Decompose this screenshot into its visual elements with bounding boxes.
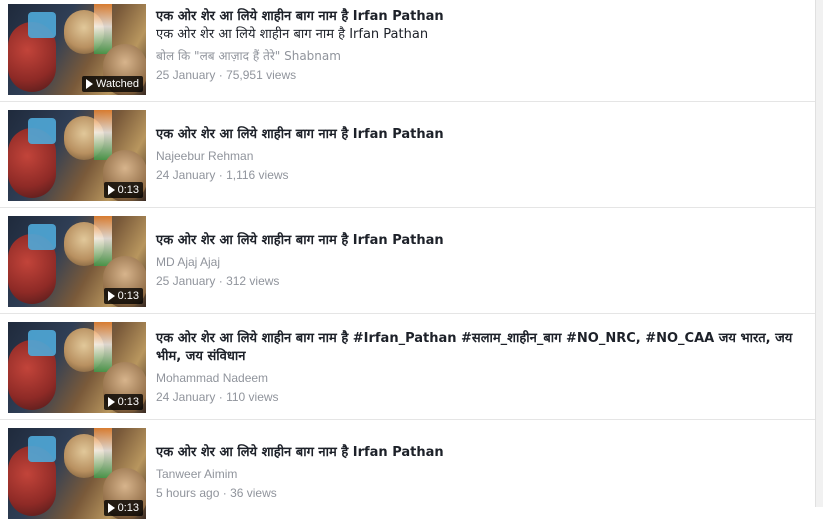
video-subtitle: एक ओर शेर आ लिये शाहीन बाग नाम है Irfan …: [156, 27, 429, 42]
video-thumbnail[interactable]: 0:13: [8, 428, 146, 519]
video-date: 24 January: [156, 168, 216, 182]
video-views: 110 views: [226, 390, 279, 404]
separator: ·: [222, 486, 227, 500]
separator: ·: [218, 68, 223, 82]
video-author[interactable]: MD Ajaj Ajaj: [156, 254, 805, 270]
video-title[interactable]: एक ओर शेर आ लिये शाहीन बाग नाम है Irfan …: [156, 8, 805, 26]
play-icon: [107, 291, 115, 301]
video-date: 25 January: [156, 274, 216, 288]
video-date: 25 January: [156, 68, 216, 82]
watched-badge: Watched: [81, 76, 143, 92]
video-author[interactable]: Najeebur Rehman: [156, 148, 805, 164]
separator: ·: [218, 390, 223, 404]
video-thumbnail[interactable]: 0:13: [8, 110, 146, 201]
duration-badge: 0:13: [103, 500, 143, 516]
video-thumbnail[interactable]: 0:13: [8, 216, 146, 307]
video-thumbnail[interactable]: 0:13: [8, 322, 146, 413]
play-icon: [107, 503, 115, 513]
video-result-row[interactable]: 0:13 एक ओर शेर आ लिये शाहीन बाग नाम है I…: [0, 106, 815, 208]
video-info: 5 hours ago · 36 views: [156, 485, 805, 501]
video-views: 312 views: [226, 274, 280, 288]
play-icon: [107, 397, 115, 407]
video-info: 25 January · 312 views: [156, 273, 805, 289]
video-info: 24 January · 110 views: [156, 389, 805, 405]
video-title[interactable]: एक ओर शेर आ लिये शाहीन बाग नाम है Irfan …: [156, 444, 805, 462]
badge-label: Watched: [95, 78, 139, 90]
duration-badge: 0:13: [103, 394, 143, 410]
separator: ·: [218, 274, 223, 288]
video-title[interactable]: एक ओर शेर आ लिये शाहीन बाग नाम है Irfan …: [156, 232, 805, 250]
video-date: 24 January: [156, 390, 216, 404]
video-title[interactable]: एक ओर शेर आ लिये शाहीन बाग नाम है Irfan …: [156, 126, 805, 144]
badge-label: 0:13: [117, 396, 139, 408]
video-views: 36 views: [230, 486, 277, 500]
duration-badge: 0:13: [103, 182, 143, 198]
video-info: 25 January · 75,951 views: [156, 67, 805, 83]
badge-label: 0:13: [117, 290, 139, 302]
video-views: 1,116 views: [226, 168, 289, 182]
video-info: 24 January · 1,116 views: [156, 167, 805, 183]
video-author[interactable]: Mohammad Nadeem: [156, 370, 805, 386]
video-title[interactable]: एक ओर शेर आ लिये शाहीन बाग नाम है #Irfan…: [156, 330, 805, 366]
video-author[interactable]: Tanweer Aimim: [156, 466, 805, 482]
video-author[interactable]: बोल कि "लब आज़ाद हैं तेरे" Shabnam: [156, 48, 805, 64]
scrollbar[interactable]: [815, 0, 823, 507]
video-result-row[interactable]: 0:13 एक ओर शेर आ लिये शाहीन बाग नाम है #…: [0, 318, 815, 420]
video-result-row[interactable]: 0:13 एक ओर शेर आ लिये शाहीन बाग नाम है I…: [0, 212, 815, 314]
video-result-row[interactable]: Watched एक ओर शेर आ लिये शाहीन बाग नाम ह…: [0, 0, 815, 102]
badge-label: 0:13: [117, 502, 139, 514]
duration-badge: 0:13: [103, 288, 143, 304]
video-views: 75,951 views: [226, 68, 297, 82]
badge-label: 0:13: [117, 184, 139, 196]
play-icon: [85, 79, 93, 89]
video-result-row[interactable]: 0:13 एक ओर शेर आ लिये शाहीन बाग नाम है I…: [0, 424, 815, 525]
separator: ·: [218, 168, 223, 182]
video-date: 5 hours ago: [156, 486, 220, 500]
video-thumbnail[interactable]: Watched: [8, 4, 146, 95]
play-icon: [107, 185, 115, 195]
